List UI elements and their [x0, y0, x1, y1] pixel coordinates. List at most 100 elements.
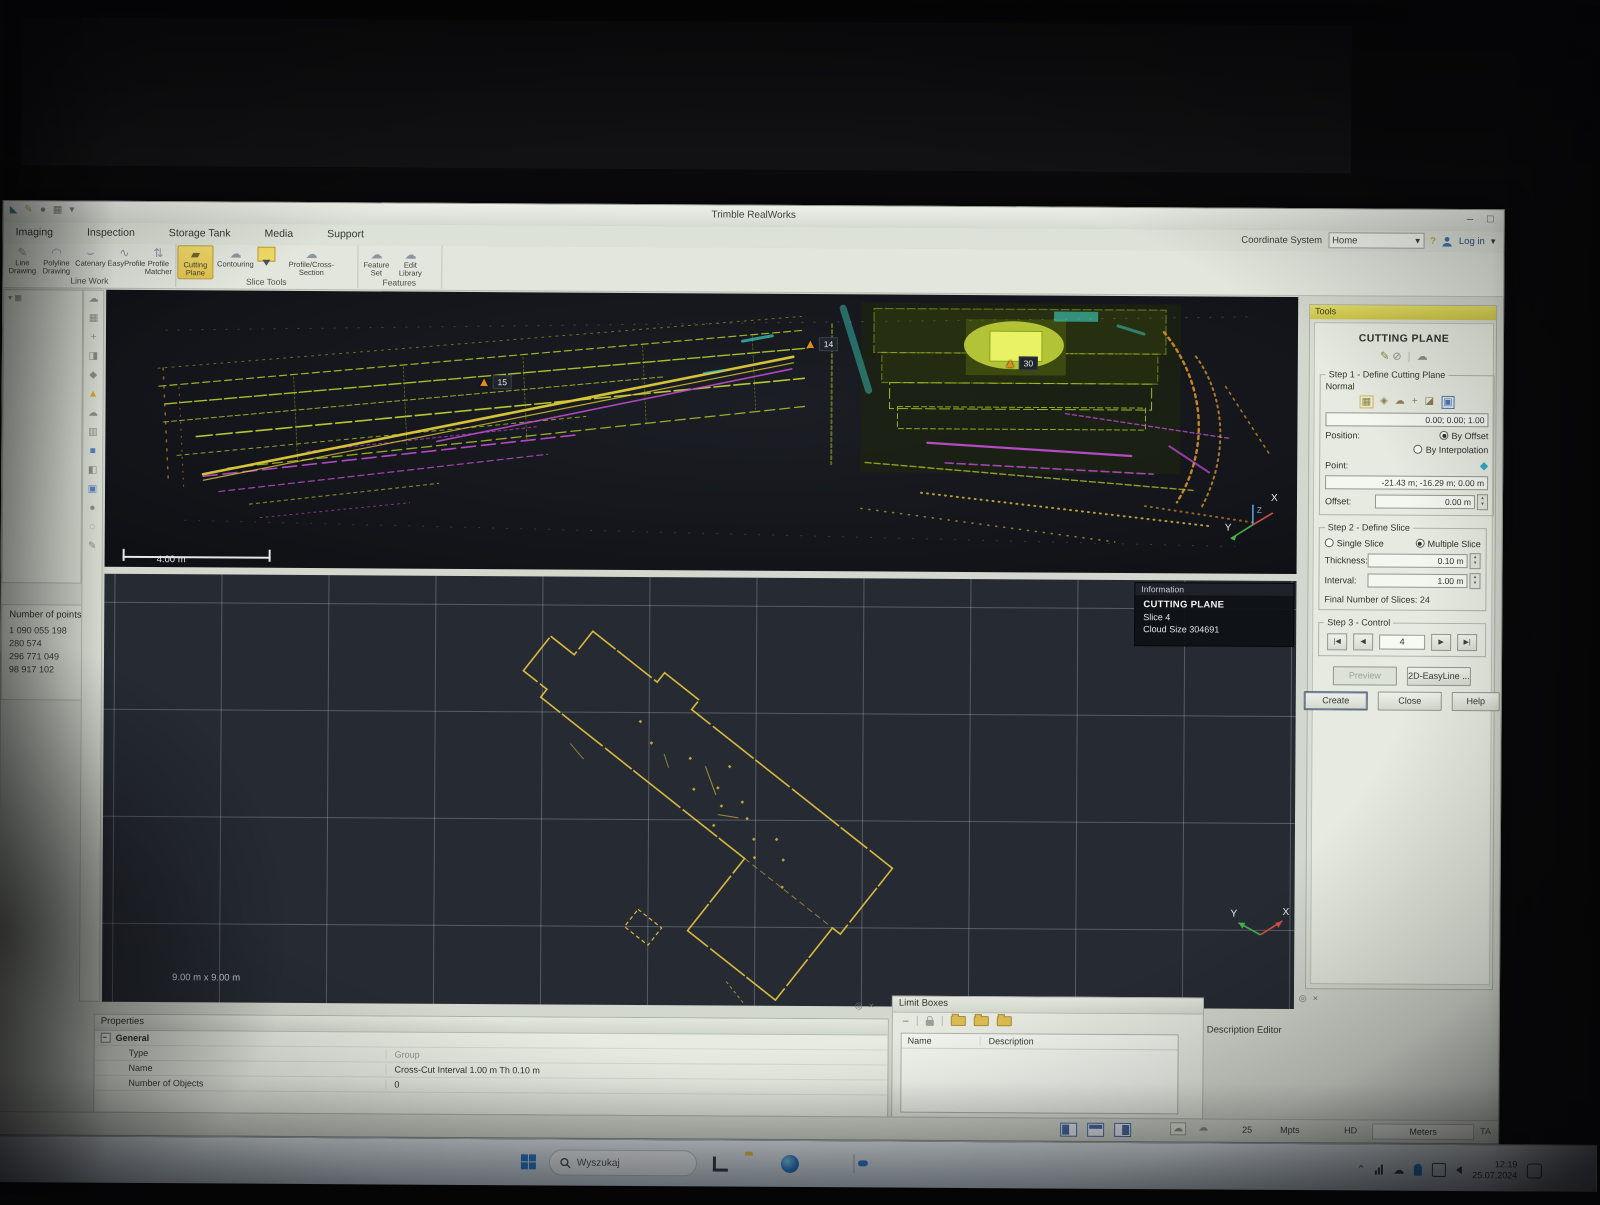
login-button[interactable]: Log in [1459, 236, 1485, 247]
close-button[interactable]: Close [1378, 692, 1442, 711]
half-view-icon[interactable]: ◨ [89, 352, 99, 362]
start-button[interactable] [521, 1154, 536, 1169]
profile-matcher-button[interactable]: ⇅ Profile Matcher [141, 245, 175, 277]
normal-mode-icon[interactable]: ▦ [1360, 395, 1374, 408]
normal-mode-icon[interactable]: ◪ [1425, 396, 1435, 409]
viewport-3d[interactable]: ▲ 15 ▲ 14 ▲ 30 4.00 m X Z Y [105, 290, 1299, 574]
next-slice-button[interactable]: ▶ [1431, 634, 1451, 651]
lock-icon[interactable] [925, 1019, 933, 1025]
screen-cast-icon[interactable] [1432, 1163, 1446, 1177]
point-input[interactable]: -21.43 m; -16.29 m; 0.00 m [1325, 475, 1488, 490]
pick-point-icon[interactable]: ◆ [1480, 459, 1489, 472]
minimize-button[interactable]: – [1467, 213, 1473, 225]
display-quality[interactable]: HD [1344, 1125, 1357, 1135]
tab-inspection[interactable]: Inspection [83, 226, 139, 240]
draw-tool-icon[interactable]: ✎ [88, 542, 96, 552]
last-slice-button[interactable]: ▶| [1457, 634, 1477, 651]
cloud-sync-icon[interactable]: ☁ [1393, 1163, 1404, 1176]
project-tree-panel[interactable]: ▾ ▦ [1, 289, 83, 583]
interval-input[interactable]: 1.00 m [1367, 573, 1467, 588]
close-pane-icon[interactable]: × [1313, 993, 1318, 1004]
export-folder-icon[interactable] [996, 1016, 1011, 1026]
tab-imaging[interactable]: Imaging [12, 225, 57, 239]
units-selector[interactable]: Meters [1372, 1124, 1474, 1141]
task-view-icon[interactable] [713, 1156, 728, 1171]
help-icon[interactable]: ? [1430, 235, 1436, 246]
network-signal-icon[interactable] [1375, 1165, 1383, 1175]
normal-mode-icon[interactable]: ▣ [1441, 396, 1455, 409]
profile-cross-section-button[interactable]: ☁ Profile/Cross-Section [279, 246, 343, 278]
normal-mode-icon[interactable]: ☁ [1395, 396, 1405, 409]
thickness-input[interactable]: 0.10 m [1368, 553, 1468, 568]
cloud-display-icon[interactable]: ☁ [1170, 1122, 1186, 1135]
line-drawing-button[interactable]: ✎ Line Drawing [5, 244, 39, 276]
tab-media[interactable]: Media [260, 227, 297, 241]
chat-app-icon[interactable] [853, 1154, 855, 1173]
tab-support[interactable]: Support [323, 227, 368, 241]
create-button[interactable]: Create [1304, 691, 1368, 710]
help-button[interactable]: Help [1452, 692, 1500, 711]
tab-storage-tank[interactable]: Storage Tank [165, 226, 235, 240]
annotation-marker[interactable]: ▲ 14 [804, 336, 838, 351]
pin-pane-icon[interactable]: ◎ [1299, 993, 1307, 1004]
radio-by-offset[interactable]: By Offset [1439, 431, 1488, 441]
contouring-button[interactable]: ☁ Contouring [213, 245, 257, 269]
offset-input[interactable]: 0.00 m [1375, 495, 1475, 510]
thickness-spinner[interactable]: ▴▾ [1470, 553, 1481, 569]
rows-tool-icon[interactable]: ▥ [88, 428, 98, 438]
feature-set-button[interactable]: ☁ Feature Set [359, 246, 393, 278]
radio-multiple-slice[interactable]: Multiple Slice [1416, 539, 1481, 549]
close-pane-icon[interactable]: × [869, 1000, 874, 1011]
edge-browser-icon[interactable] [781, 1155, 799, 1173]
easyprofile-button[interactable]: ∿ EasyProfile [107, 245, 141, 269]
cloud-icon[interactable]: ☁ [1417, 351, 1428, 363]
speaker-icon[interactable] [1456, 1166, 1462, 1174]
remove-icon[interactable]: – [903, 1015, 909, 1026]
pin-pane-icon[interactable]: ◎ [855, 1000, 863, 1011]
annotation-marker[interactable]: ▲ 30 [1004, 355, 1038, 370]
catenary-button[interactable]: ⌣ Catenary [73, 245, 107, 269]
diamond-tool-icon[interactable]: ◆ [89, 371, 97, 381]
save-folder-icon[interactable] [973, 1016, 988, 1026]
point-tool-icon[interactable]: ● [89, 504, 95, 514]
panel-tool-icon[interactable]: ■ [90, 447, 96, 457]
cloud-display-icon[interactable]: ☁ [1198, 1122, 1208, 1133]
offset-spinner[interactable]: ▴▾ [1477, 494, 1488, 510]
previous-slice-button[interactable]: ◀ [1353, 633, 1373, 650]
cloud-tool-icon[interactable]: ☁ [89, 295, 99, 305]
grid-tool-icon[interactable]: ▦ [89, 314, 99, 324]
disable-plane-icon[interactable]: ⊘ [1392, 351, 1401, 363]
cloud-tool-icon[interactable]: ☁ [88, 409, 98, 419]
normal-mode-icon[interactable]: ◈ [1380, 396, 1388, 409]
easyline-button[interactable]: 2D-EasyLine ... [1407, 667, 1471, 686]
taskbar-search[interactable]: Wyszukaj [549, 1149, 697, 1176]
collapse-icon[interactable] [101, 1033, 111, 1043]
coordinate-system-select[interactable]: Home ▾ [1328, 232, 1424, 249]
layout-top-icon[interactable] [1087, 1123, 1104, 1137]
warning-flag-icon[interactable]: ▲ [88, 390, 98, 400]
normal-mode-icon[interactable]: + [1412, 396, 1418, 409]
taskbar-clock[interactable]: 12:19 25.07.2024 [1472, 1159, 1517, 1181]
add-tool-icon[interactable]: + [91, 333, 97, 343]
annotation-marker[interactable]: ▲ 15 [478, 374, 512, 389]
limit-boxes-table[interactable]: Name Description [900, 1033, 1178, 1115]
interval-spinner[interactable]: ▴▾ [1469, 573, 1480, 589]
column-description[interactable]: Description [981, 1036, 1034, 1046]
notification-center-icon[interactable] [1527, 1163, 1542, 1178]
tray-expand-icon[interactable]: ⌃ [1357, 1164, 1365, 1175]
radio-by-interpolation[interactable]: By Interpolation [1414, 445, 1489, 455]
open-folder-icon[interactable] [950, 1016, 965, 1026]
layout-right-icon[interactable] [1114, 1123, 1131, 1137]
polyline-drawing-button[interactable]: ◠ Polyline Drawing [39, 244, 73, 276]
slice-cursor-icon[interactable] [257, 247, 275, 262]
pen-input-icon[interactable] [1414, 1164, 1422, 1176]
chevron-down-icon[interactable]: ▾ [1491, 236, 1496, 247]
first-slice-button[interactable]: |◀ [1327, 633, 1347, 650]
edit-plane-icon[interactable]: ✎ [1380, 351, 1389, 363]
current-slice-input[interactable]: 4 [1379, 635, 1425, 650]
cutting-plane-button[interactable]: ▰ Cutting Plane [177, 245, 213, 279]
split-tool-icon[interactable]: ◧ [88, 466, 98, 476]
layout-left-icon[interactable] [1060, 1123, 1077, 1137]
radio-single-slice[interactable]: Single Slice [1325, 538, 1384, 548]
box-tool-icon[interactable]: ▣ [88, 485, 98, 495]
